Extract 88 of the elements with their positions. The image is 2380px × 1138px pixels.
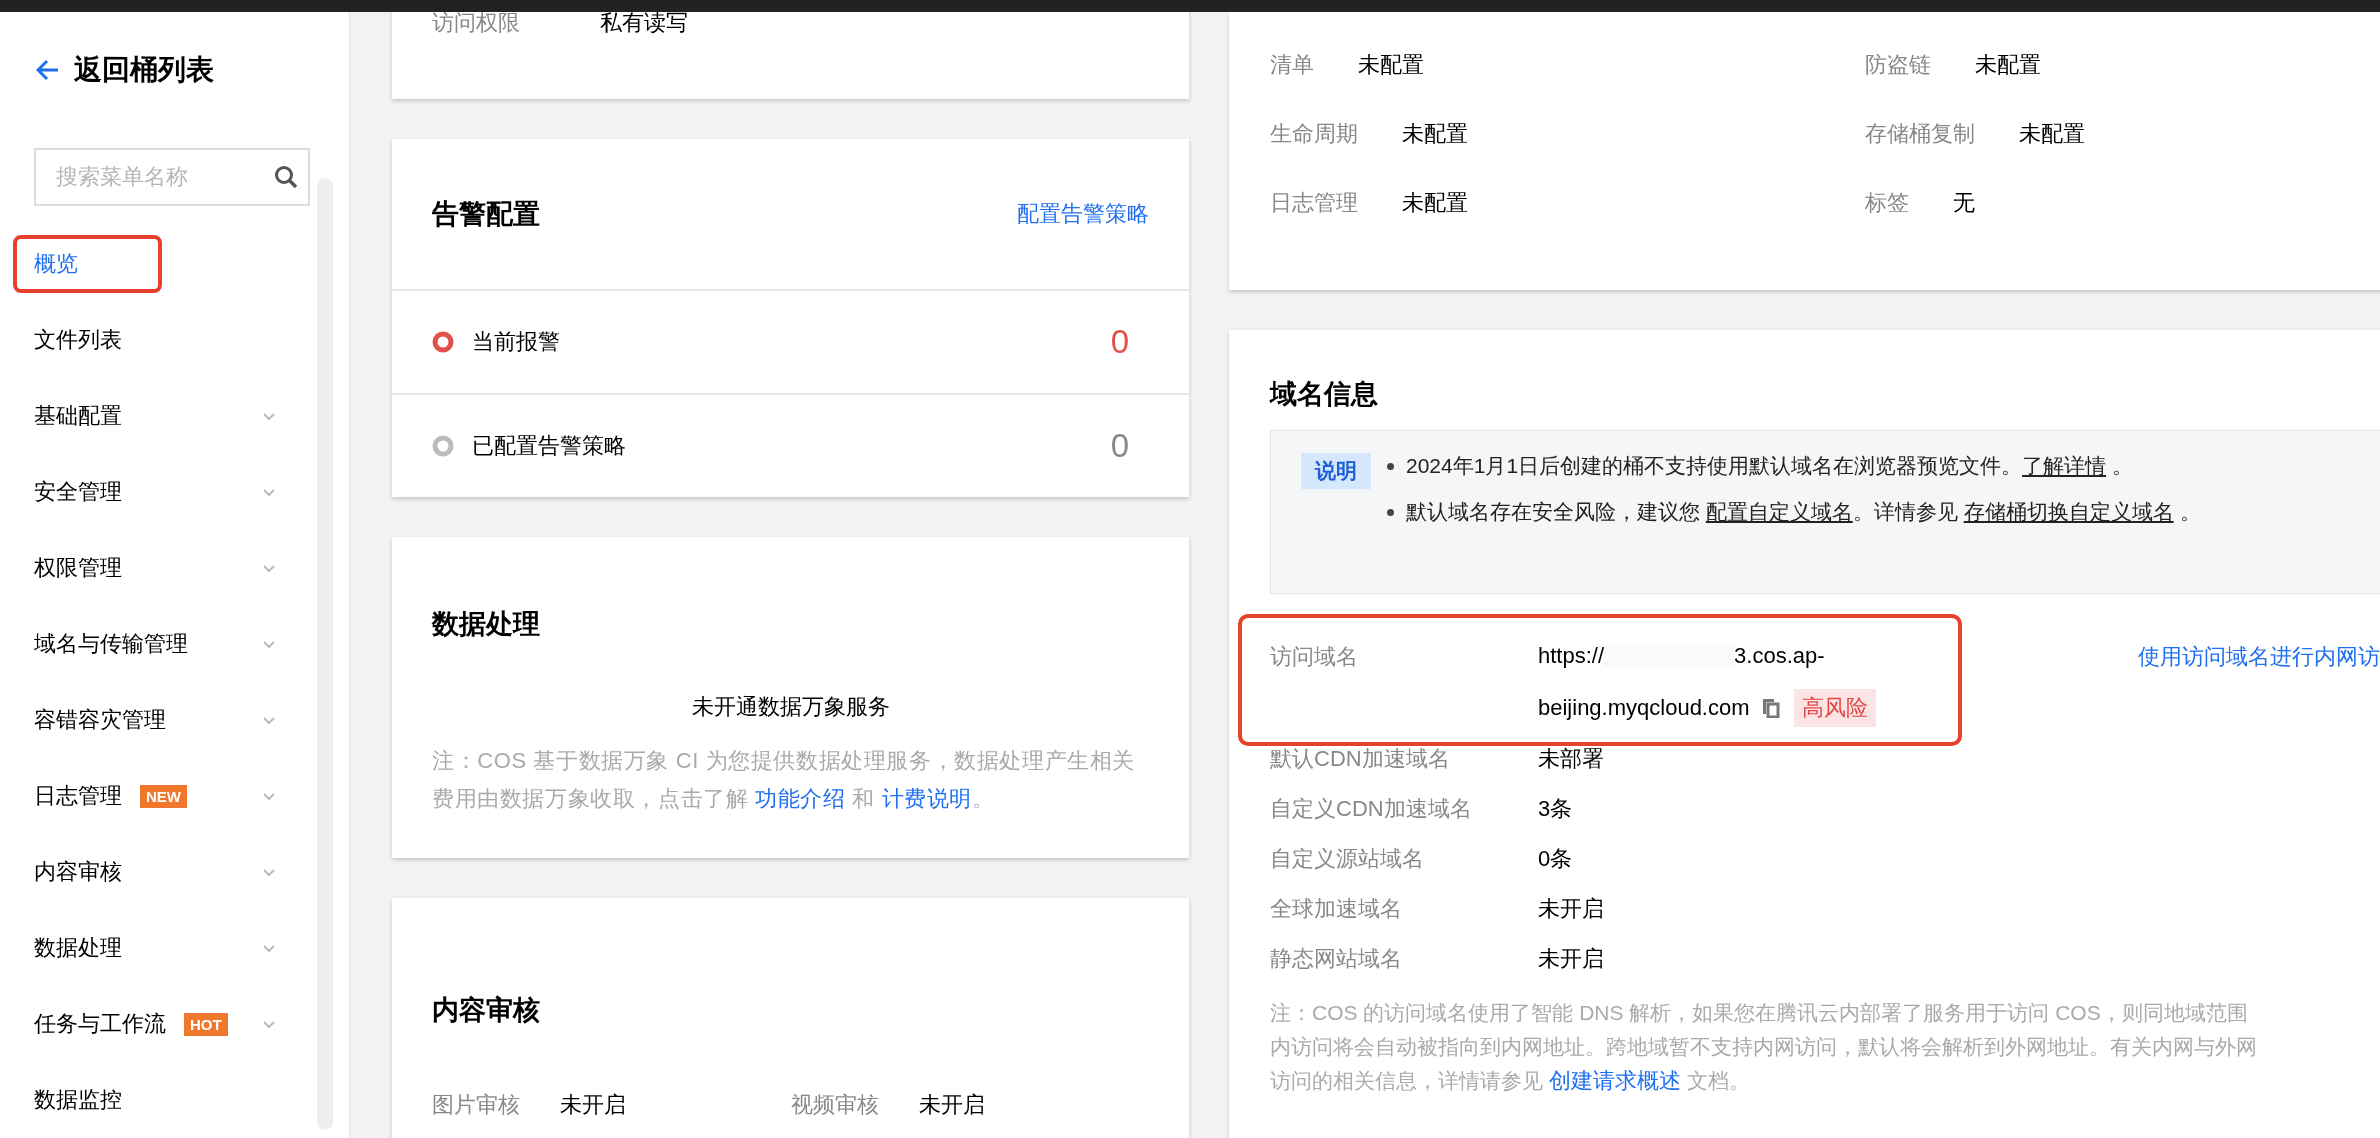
field-label: 视频审核 <box>790 1091 879 1119</box>
note-text: 注：COS 基于数据万象 CI 为您提供数据处理服务，数据处理产生相关费用由数据万象收取，点击了解 功能介绍 和 计费说明。 <box>432 747 1136 813</box>
badge: HOT <box>184 1012 228 1036</box>
alarm-label: 当前报警 <box>472 328 560 356</box>
bullet-icon <box>1387 508 1394 516</box>
field-value: 未配置 <box>1402 119 1468 148</box>
url-text: https:// <box>1538 643 1605 669</box>
search-icon[interactable] <box>274 165 298 189</box>
menu-label: 域名与传输管理 <box>34 630 188 658</box>
field-label: 存储桶复制 <box>1865 119 1975 148</box>
card-title: 告警配置 <box>432 198 540 231</box>
link[interactable]: 了解详情 <box>2022 454 2107 477</box>
field-label: 访问域名 <box>1270 643 1359 671</box>
field-value: 未开启 <box>918 1091 985 1119</box>
menu-label: 数据处理 <box>34 934 122 962</box>
field-value: 未配置 <box>1975 50 2041 79</box>
menu-item[interactable]: 安全管理 <box>0 454 317 530</box>
menu-item[interactable]: 数据监控 <box>0 1062 317 1138</box>
menu-label: 概览 <box>34 250 78 278</box>
link[interactable]: 配置自定义域名 <box>1705 500 1853 523</box>
field-label: 默认CDN加速域名 <box>1270 745 1451 773</box>
menu-item[interactable]: 容错容灾管理 <box>0 682 317 758</box>
link[interactable]: 功能介绍 <box>755 786 846 811</box>
note-text: 注：COS 的访问域名使用了智能 DNS 解析，如果您在腾讯云内部署了服务用于访问 COS，则同地域范围 内访问将会自动被指向到内网地址。跨地域暂不支持内网访问，默认将会解析到外网地址。有关内网与外网 访问的相关信息，详情请参见 创建请求概述 文档。 <box>1270 1000 2258 1095</box>
menu-label: 任务与工作流 <box>34 1010 166 1038</box>
back-arrow-icon[interactable] <box>36 58 60 81</box>
alarm-count: 0 <box>1110 427 1129 465</box>
risk-tag: 高风险 <box>1793 689 1876 727</box>
field-value: 未配置 <box>1358 50 1424 79</box>
field-value: 私有读写 <box>600 12 688 37</box>
field-label: 清单 <box>1270 50 1314 79</box>
alarm-count: 0 <box>1110 323 1129 361</box>
menu-label: 文件列表 <box>34 326 122 354</box>
copy-icon[interactable] <box>1761 698 1780 718</box>
field-label: 防盗链 <box>1865 50 1931 79</box>
card-title: 数据处理 <box>432 608 540 641</box>
menu-label: 权限管理 <box>34 554 122 582</box>
link[interactable]: 存储桶切换自定义域名 <box>1963 500 2174 523</box>
notice-text: 2024年1月1日后创建的桶不支持使用默认域名在浏览器预览文件。了解详情 。 <box>1406 453 2133 479</box>
link[interactable]: 创建请求概述 <box>1548 1068 1681 1093</box>
link[interactable]: 计费说明 <box>881 786 972 811</box>
menu-label: 数据监控 <box>34 1086 122 1114</box>
back-link[interactable]: 返回桶列表 <box>74 50 214 89</box>
menu-item[interactable]: 概览 <box>0 226 317 302</box>
field-label: 自定义CDN加速域名 <box>1270 795 1473 823</box>
field-value: 未开启 <box>1538 895 1605 923</box>
field-value: 未配置 <box>2019 119 2085 148</box>
menu-item[interactable]: 内容审核 <box>0 834 317 910</box>
status-text: 未开通数据万象服务 <box>691 693 890 721</box>
field-value: 未开启 <box>560 1091 626 1119</box>
search-field[interactable]: 搜索菜单名称 <box>34 148 310 206</box>
menu-label: 日志管理 <box>34 782 122 810</box>
url-text: 3.cos.ap- <box>1734 643 1825 669</box>
url-text: beijing.myqcloud.com <box>1538 695 1750 721</box>
menu-item[interactable]: 数据处理 <box>0 910 317 986</box>
field-label: 访问权限 <box>432 12 520 37</box>
menu-item[interactable]: 基础配置 <box>0 378 317 454</box>
menu-label: 容错容灾管理 <box>34 706 166 734</box>
menu-item[interactable]: 权限管理 <box>0 530 317 606</box>
card-title: 内容审核 <box>432 994 540 1027</box>
menu-label: 安全管理 <box>34 478 122 506</box>
field-value: 未开启 <box>1538 945 1605 973</box>
menu-label: 基础配置 <box>34 402 122 430</box>
field-label: 生命周期 <box>1270 119 1358 148</box>
field-label: 标签 <box>1865 188 1909 217</box>
field-value: 0条 <box>1538 845 1574 873</box>
field-value: 无 <box>1953 188 1975 217</box>
menu-item[interactable]: 域名与传输管理 <box>0 606 317 682</box>
field-label: 自定义源站域名 <box>1270 845 1425 873</box>
notice-text: 默认域名存在安全风险，建议您 配置自定义域名。详情参见 存储桶切换自定义域名 。 <box>1406 499 2201 525</box>
menu-label: 内容审核 <box>34 858 122 886</box>
menu-item[interactable]: 任务与工作流 HOT <box>0 986 317 1062</box>
field-label: 静态网站域名 <box>1270 945 1403 973</box>
field-label: 全球加速域名 <box>1270 895 1403 923</box>
field-label: 图片审核 <box>432 1091 520 1119</box>
bullet-icon <box>1387 462 1394 470</box>
alarm-label: 已配置告警策略 <box>472 432 626 460</box>
field-value: 未配置 <box>1402 188 1468 217</box>
card-title: 域名信息 <box>1270 378 1378 411</box>
link[interactable]: 配置告警策略 <box>1017 199 1149 229</box>
field-value: 3条 <box>1538 795 1574 823</box>
menu-item[interactable]: 文件列表 <box>0 302 317 378</box>
tag: 说明 <box>1301 453 1371 489</box>
badge: NEW <box>140 784 187 808</box>
field-label: 日志管理 <box>1270 188 1358 217</box>
link[interactable]: 使用访问域名进行内网访 <box>2138 642 2380 672</box>
field-value: 未部署 <box>1538 745 1605 773</box>
menu-item[interactable]: 日志管理 NEW <box>0 758 317 834</box>
